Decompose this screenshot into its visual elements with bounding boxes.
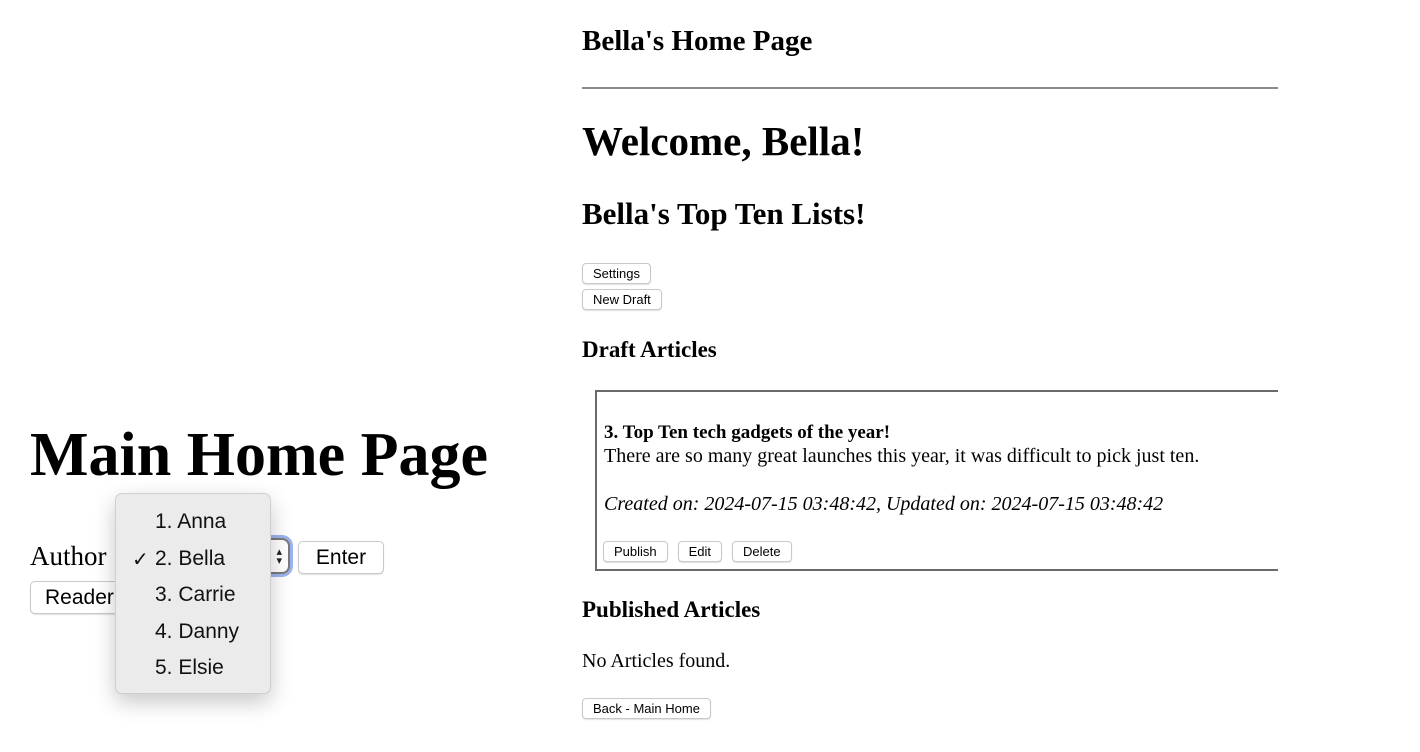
option-label: 1. Anna <box>155 510 227 533</box>
article-body: There are so many great launches this ye… <box>604 445 1200 467</box>
enter-button[interactable]: Enter <box>298 541 384 574</box>
author-site-title: Bella's Home Page <box>582 25 813 57</box>
option-label: 2. Bella <box>155 546 226 570</box>
author-dropdown-menu: 1. Anna ✓ 2. Bella 3. Carrie 4. Danny 5.… <box>115 493 271 694</box>
author-row: Author <box>30 536 107 576</box>
published-articles-heading: Published Articles <box>582 597 761 622</box>
top-ten-lists-heading: Bella's Top Ten Lists! <box>582 196 866 231</box>
option-label: 4. Danny <box>155 619 240 643</box>
header-divider <box>582 87 1278 89</box>
settings-button[interactable]: Settings <box>582 263 651 284</box>
main-home-panel: Main Home Page Author ▴ ▾ Enter Reader 1.… <box>0 0 560 752</box>
dropdown-option-carrie[interactable]: 3. Carrie <box>116 577 270 614</box>
dropdown-option-bella[interactable]: ✓ 2. Bella <box>116 541 270 578</box>
draft-article-card: 3. Top Ten tech gadgets of the year! The… <box>595 390 1278 571</box>
publish-button[interactable]: Publish <box>603 541 668 562</box>
select-updown-icon: ▴ ▾ <box>276 545 282 567</box>
dropdown-option-danny[interactable]: 4. Danny <box>116 614 270 651</box>
author-label: Author <box>30 541 107 571</box>
new-draft-button[interactable]: New Draft <box>582 289 662 310</box>
delete-button[interactable]: Delete <box>732 541 792 562</box>
draft-articles-heading: Draft Articles <box>582 337 717 362</box>
article-actions: Publish Edit Delete <box>603 541 792 562</box>
no-articles-message: No Articles found. <box>582 650 731 672</box>
dropdown-option-anna[interactable]: 1. Anna <box>116 504 270 541</box>
article-timestamps: Created on: 2024-07-15 03:48:42, Updated… <box>604 493 1164 515</box>
edit-button[interactable]: Edit <box>677 541 723 562</box>
author-home-panel: Bella's Home Page Welcome, Bella! Bella'… <box>582 0 1420 752</box>
back-main-home-button[interactable]: Back - Main Home <box>582 698 711 719</box>
article-title: 3. Top Ten tech gadgets of the year! <box>604 422 891 443</box>
option-label: 5. Elsie <box>155 656 224 680</box>
option-label: 3. Carrie <box>155 583 236 607</box>
dropdown-option-elsie[interactable]: 5. Elsie <box>116 650 270 687</box>
welcome-heading: Welcome, Bella! <box>582 118 865 164</box>
checkmark-icon: ✓ <box>132 546 149 571</box>
main-page-title: Main Home Page <box>30 421 489 489</box>
